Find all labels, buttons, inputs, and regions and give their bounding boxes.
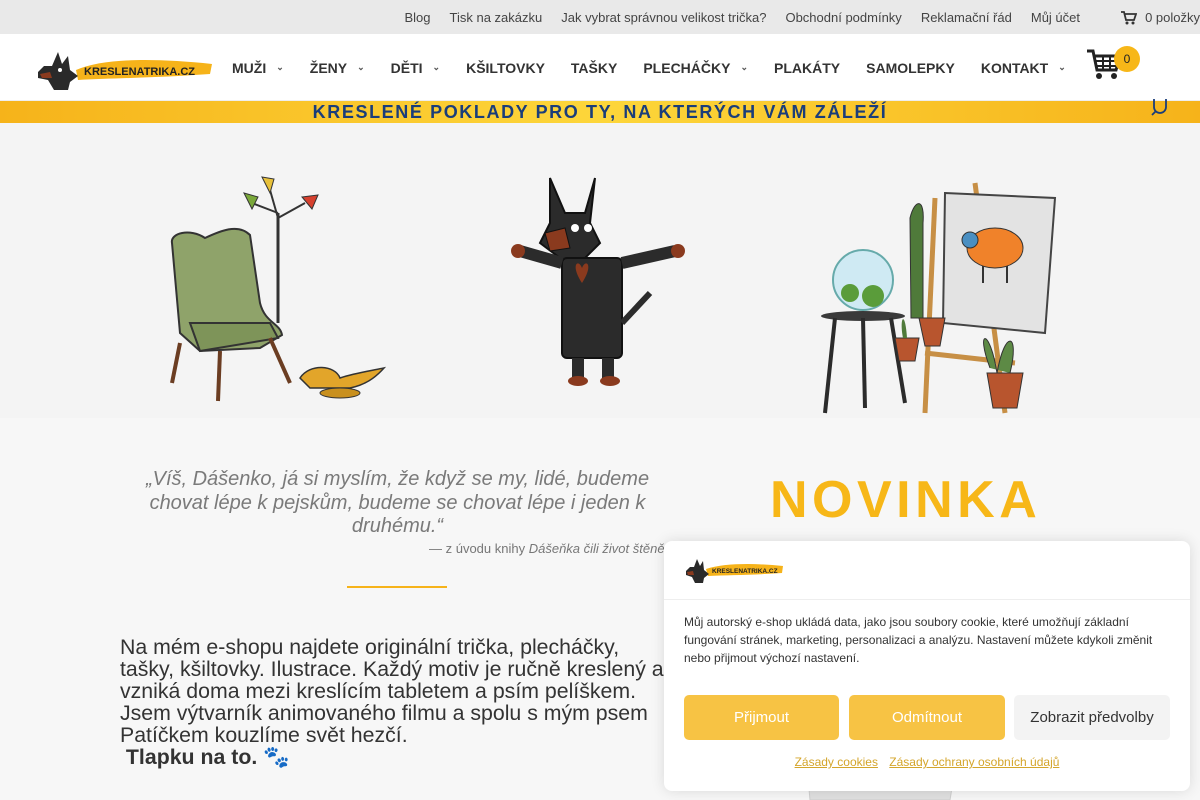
nav-label: PLAKÁTY [774, 59, 841, 76]
svg-text:KRESLENATRIKA.CZ: KRESLENATRIKA.CZ [712, 568, 778, 575]
nav-label: KONTAKT [980, 59, 1049, 76]
intro-body: Na mém e-shopu najdete originální trička… [120, 635, 664, 747]
nav-contact[interactable]: KONTAKT ⌄ [981, 60, 1066, 76]
accept-cookies-button[interactable]: Přijmout [684, 695, 839, 740]
nav-women[interactable]: ŽENY ⌄ [310, 60, 365, 76]
main-nav: MUŽI ⌄ ŽENY ⌄ DĚTI ⌄ KŠILTOVKY TAŠKY PLECHÁ… [232, 34, 1092, 101]
nav-label: PLECHÁČKY [643, 59, 731, 76]
svg-text:KRESLENATRIKA.CZ: KRESLENATRIKA.CZ [84, 66, 195, 78]
nav-label: DĚTI [390, 59, 423, 76]
nav-mugs[interactable]: PLECHÁČKY ⌄ [643, 60, 748, 76]
armchair-illustration [170, 176, 387, 402]
main-header: KRESLENATRIKA.CZ MUŽI ⌄ ŽENY ⌄ DĚTI ⌄ KŠILT… [0, 34, 1200, 101]
deny-cookies-button[interactable]: Odmítnout [849, 695, 1005, 740]
top-links: Blog Tisk na zakázku Jak vybrat správnou… [385, 0, 1200, 34]
search-icon[interactable] [1150, 97, 1170, 117]
intro-bold: Tlapku na to. [125, 745, 264, 769]
nav-label: KŠILTOVKY [466, 59, 545, 76]
site-logo[interactable]: KRESLENATRIKA.CZ [34, 44, 214, 90]
hero-illustrations [0, 123, 1200, 418]
studio-illustration [821, 182, 1057, 414]
nav-posters[interactable]: PLAKÁTY [774, 60, 840, 76]
tagline-text: KRESLENÉ POKLADY PRO TY, NA KTERÝCH VÁM … [312, 102, 888, 122]
chevron-down-icon: ⌄ [276, 62, 284, 72]
nav-label: SAMOLEPKY [866, 59, 955, 76]
cookie-separator [664, 599, 1190, 600]
tagline-banner: KRESLENÉ POKLADY PRO TY, NA KTERÝCH VÁM … [0, 101, 1200, 123]
cart-count-badge: 0 [1114, 46, 1140, 72]
top-link-complaints[interactable]: Reklamační řád [921, 10, 1012, 25]
chevron-down-icon: ⌄ [432, 62, 441, 72]
dog-illustration [511, 177, 685, 386]
cookie-consent-dialog: KRESLENATRIKA.CZ Můj autorský e-shop ukl… [664, 541, 1190, 791]
privacy-policy-link[interactable]: Zásady ochrany osobních údajů [889, 755, 1059, 769]
cookie-logo: KRESLENATRIKA.CZ [686, 559, 783, 583]
cookie-policy-link[interactable]: Zásady cookies [795, 755, 878, 769]
nav-stickers[interactable]: SAMOLEPKY [866, 60, 955, 76]
top-cart-link[interactable]: 0 položky [1121, 10, 1200, 25]
cookie-message: Můj autorský e-shop ukládá data, jako js… [684, 615, 1153, 665]
quote-attribution: — z úvodu knihy Dášeňka čili život štěně… [429, 541, 675, 556]
nav-bags[interactable]: TAŠKY [571, 60, 617, 76]
chevron-down-icon: ⌄ [740, 62, 749, 72]
section-divider [347, 586, 447, 588]
nav-kids[interactable]: DĚTI ⌄ [391, 60, 440, 76]
top-bar: Blog Tisk na zakázku Jak vybrat správnou… [0, 0, 1200, 34]
paw-icon: 🐾 [263, 745, 290, 769]
nav-caps[interactable]: KŠILTOVKY [466, 60, 545, 76]
chevron-down-icon: ⌄ [1058, 62, 1066, 72]
top-cart-label: 0 položky [1145, 10, 1200, 25]
novinka-heading: NOVINKA [770, 471, 1042, 529]
nav-label: TAŠKY [570, 59, 618, 76]
chevron-down-icon: ⌄ [357, 62, 365, 72]
intro-text: Na mém e-shopu najdete originální trička… [120, 636, 675, 768]
nav-label: ŽENY [309, 59, 348, 76]
book-quote: „Víš, Dášenko, já si myslím, že když se … [145, 468, 650, 537]
attribution-prefix: — z úvodu knihy [429, 541, 529, 556]
top-link-blog[interactable]: Blog [404, 10, 430, 25]
attribution-book: Dášeňka čili život štěněte [528, 541, 676, 556]
top-link-my-account[interactable]: Můj účet [1031, 10, 1080, 25]
cookie-links: Zásady cookies Zásady ochrany osobních ú… [664, 755, 1190, 769]
nav-label: MUŽI [232, 59, 267, 76]
cart-icon [1121, 10, 1138, 24]
top-link-custom-print[interactable]: Tisk na zakázku [450, 10, 543, 25]
nav-men[interactable]: MUŽI ⌄ [232, 60, 284, 76]
top-link-size-guide[interactable]: Jak vybrat správnou velikost trička? [561, 10, 766, 25]
top-link-terms[interactable]: Obchodní podmínky [785, 10, 901, 25]
show-preferences-button[interactable]: Zobrazit předvolby [1014, 695, 1170, 740]
